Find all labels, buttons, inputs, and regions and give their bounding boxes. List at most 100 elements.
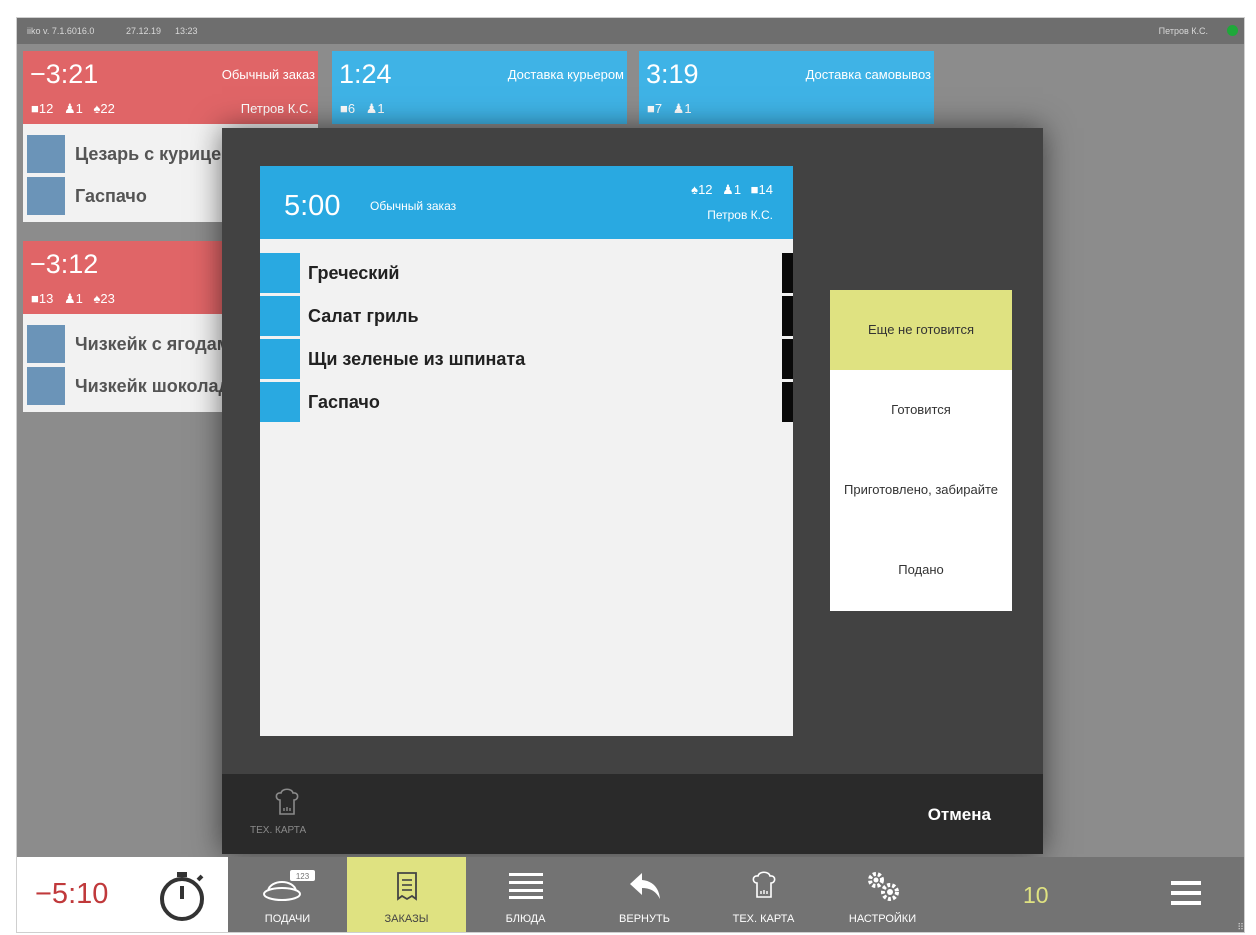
item-state-bar xyxy=(782,253,793,293)
selected-order: 5:00 Обычный заказ ♠12 ♟1 ■14 Петров К.С… xyxy=(260,166,793,736)
course-badge: 123 xyxy=(295,872,309,881)
table-icon: ■ xyxy=(31,101,39,116)
guest-icon: ♟ xyxy=(63,101,76,116)
toolbar-label: ПОДАЧИ xyxy=(264,913,311,925)
toolbar-dishes-button[interactable]: БЛЮДА xyxy=(466,857,585,932)
toolbar-timer-panel: −5:10 xyxy=(17,857,228,932)
order-type: Обычный заказ xyxy=(370,199,457,213)
tech-card-button[interactable]: ТЕХ. КАРТА xyxy=(250,788,340,836)
list-item[interactable]: Греческий xyxy=(260,251,793,294)
item-status-marker xyxy=(27,135,65,173)
toolbar-courses-button[interactable]: 123 ПОДАЧИ xyxy=(228,857,347,932)
state-served-button[interactable]: Подано xyxy=(830,530,1012,611)
table-number: 7 xyxy=(654,101,663,116)
chef-hat-icon xyxy=(273,788,340,823)
order-status-dialog: 5:00 Обычный заказ ♠12 ♟1 ■14 Петров К.С… xyxy=(222,128,1043,854)
seat-number: 12 xyxy=(698,182,713,197)
toolbar-label: ТЕХ. КАРТА xyxy=(732,913,795,925)
cooking-state-options: Еще не готовится Готовится Приготовлено,… xyxy=(830,290,1012,611)
order-card-header: 1:24 Доставка курьером ■6 ♟1 xyxy=(332,51,627,124)
list-lines-icon xyxy=(508,873,543,899)
item-name: Щи зеленые из шпината xyxy=(308,349,526,369)
table-icon: ■ xyxy=(647,101,655,116)
connection-status-icon xyxy=(1227,25,1238,36)
order-timer: 5:00 xyxy=(284,190,341,222)
item-status-marker xyxy=(27,325,65,363)
order-card[interactable]: 3:19 Доставка самовывоз ■7 ♟1 xyxy=(639,51,934,124)
waiter-name: Петров К.С. xyxy=(707,208,773,222)
guest-icon: ♟ xyxy=(365,101,378,116)
status-time: 13:23 xyxy=(175,26,198,36)
order-type: Доставка самовывоз xyxy=(805,67,931,82)
toolbar-label: ЗАКАЗЫ xyxy=(384,913,429,925)
item-state-bar xyxy=(782,296,793,336)
item-status-marker xyxy=(260,253,300,293)
current-user: Петров К.С. xyxy=(1158,26,1208,36)
toolbar-tech-card-button[interactable]: ТЕХ. КАРТА xyxy=(704,857,823,932)
item-name: Гаспачо xyxy=(308,392,380,412)
order-meta: ■13 ♟1 ♠23 xyxy=(31,291,122,307)
toolbar-settings-button[interactable]: НАСТРОЙКИ xyxy=(823,857,942,932)
order-timer: −3:12 xyxy=(30,249,99,279)
order-meta: ■7 ♟1 xyxy=(647,101,699,117)
toolbar-return-button[interactable]: ВЕРНУТЬ xyxy=(585,857,704,932)
order-type: Доставка курьером xyxy=(507,67,624,82)
item-status-marker xyxy=(260,382,300,422)
cancel-button[interactable]: Отмена xyxy=(928,805,991,825)
kitchen-screen: iiko v. 7.1.6016.0 27.12.19 13:23 Петров… xyxy=(16,17,1245,933)
waiter-name: Петров К.С. xyxy=(240,101,312,116)
order-timer: −3:21 xyxy=(30,59,99,89)
seat-number: 23 xyxy=(100,291,115,306)
list-item[interactable]: Щи зеленые из шпината xyxy=(260,337,793,380)
gears-icon xyxy=(867,872,899,901)
order-type: Обычный заказ xyxy=(221,67,315,82)
dialog-footer: ТЕХ. КАРТА Отмена xyxy=(222,774,1043,854)
list-item[interactable]: Салат гриль xyxy=(260,294,793,337)
order-timer: 1:24 xyxy=(339,59,392,89)
average-timer: −5:10 xyxy=(35,878,109,910)
guest-count: 1 xyxy=(684,101,692,116)
table-icon: ■ xyxy=(750,182,759,197)
state-ready-button[interactable]: Приготовлено, забирайте xyxy=(830,450,1012,530)
item-status-marker xyxy=(260,339,300,379)
state-cooking-button[interactable]: Готовится xyxy=(830,370,1012,450)
toolbar-label: ВЕРНУТЬ xyxy=(619,913,670,925)
guest-count: 1 xyxy=(733,182,742,197)
state-not-cooking-button[interactable]: Еще не готовится xyxy=(830,290,1012,370)
item-name: Греческий xyxy=(308,263,400,283)
order-meta: ■12 ♟1 ♠22 xyxy=(31,101,122,117)
item-status-marker xyxy=(27,177,65,215)
toolbar-label: БЛЮДА xyxy=(505,913,546,925)
table-number: 13 xyxy=(38,291,54,306)
resize-grip-icon[interactable]: ⠿ xyxy=(1237,923,1244,932)
table-number: 6 xyxy=(347,101,356,116)
item-name: Чизкейк с ягодами xyxy=(75,334,242,354)
guest-icon: ♟ xyxy=(722,182,734,197)
item-name: Гаспачо xyxy=(75,186,147,206)
stopwatch-icon[interactable] xyxy=(152,865,212,930)
item-name: Цезарь с курицей xyxy=(75,144,233,164)
list-item[interactable]: Гаспачо xyxy=(260,380,793,423)
status-bar: iiko v. 7.1.6016.0 27.12.19 13:23 Петров… xyxy=(17,18,1244,44)
table-icon: ■ xyxy=(31,291,39,306)
app-version: iiko v. 7.1.6016.0 xyxy=(27,26,95,36)
order-card-header: −3:21 Обычный заказ ■12 ♟1 ♠22 Петров К.… xyxy=(23,51,318,124)
order-timer: 3:19 xyxy=(646,59,699,89)
item-state-bar xyxy=(782,382,793,422)
guest-count: 1 xyxy=(377,101,385,116)
undo-arrow-icon xyxy=(629,873,660,899)
courses-icon: 123 xyxy=(262,870,315,901)
item-status-marker xyxy=(27,367,65,405)
order-count: 10 xyxy=(1023,882,1049,908)
toolbar-orders-button[interactable]: ЗАКАЗЫ xyxy=(347,857,466,932)
hamburger-menu-icon[interactable] xyxy=(1171,879,1201,912)
toolbar-label: НАСТРОЙКИ xyxy=(848,913,917,925)
guest-count: 1 xyxy=(75,101,83,116)
receipt-icon xyxy=(396,872,417,901)
chef-hat-icon xyxy=(752,871,775,898)
order-meta: ■6 ♟1 xyxy=(340,101,392,117)
bottom-toolbar: −5:10 123 ПОДАЧИ ЗАКАЗЫ БЛЮДА ВЕРНУТЬ ТЕ… xyxy=(17,857,1244,932)
order-card[interactable]: 1:24 Доставка курьером ■6 ♟1 xyxy=(332,51,627,124)
seat-number: 22 xyxy=(100,101,115,116)
guest-icon: ♟ xyxy=(63,291,76,306)
